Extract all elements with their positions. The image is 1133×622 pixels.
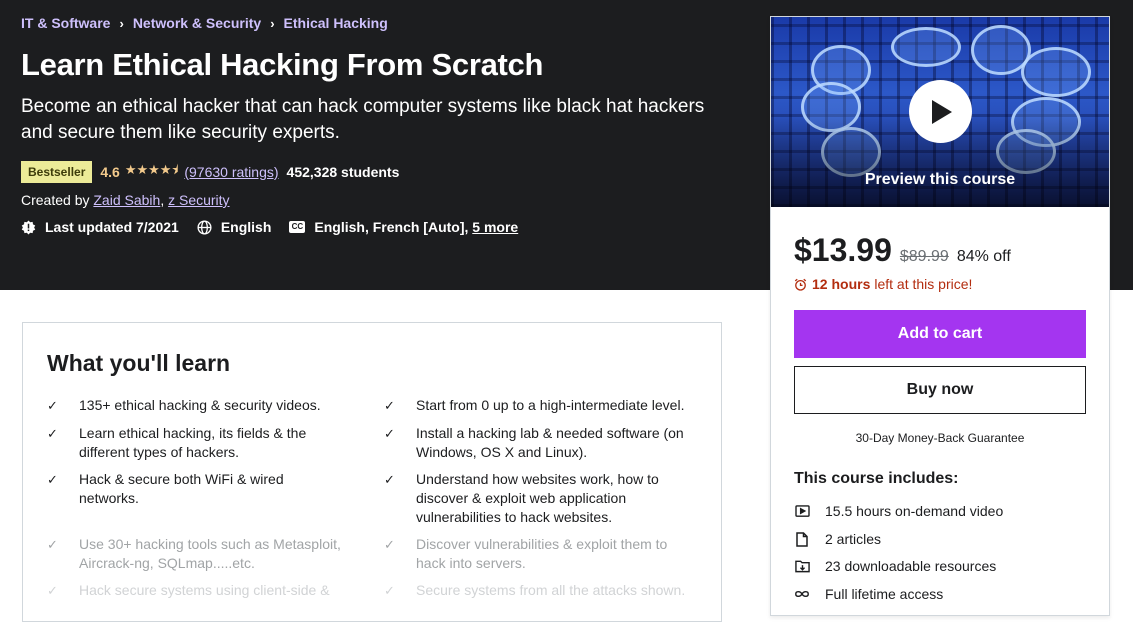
closed-captions-icon: CC: [289, 221, 306, 233]
list-item: ✓ Hack & secure both WiFi & wired network…: [47, 470, 347, 508]
original-price: $89.99: [899, 248, 949, 265]
last-updated-text: Last updated 7/2021: [45, 219, 179, 235]
what-youll-learn-box: What you'll learn ✓ 135+ ethical hacking …: [22, 322, 722, 622]
cloud-icon: [891, 27, 961, 67]
list-item: ✓ Install a hacking lab & needed software…: [384, 424, 694, 462]
rating-value: 4.6: [100, 164, 120, 180]
infinity-icon: [794, 589, 810, 599]
includes-item: 23 downloadable resources: [794, 558, 996, 574]
students-count: 452,328 students: [286, 164, 400, 180]
chevron-right-icon: ›: [270, 15, 275, 31]
purchase-card: Preview this course $13.99 $89.99 84% of…: [770, 16, 1110, 616]
instructor-link-zaid-sabih[interactable]: Zaid Sabih: [93, 192, 160, 208]
list-item-text: Start from 0 up to a high-intermediate l…: [416, 397, 685, 413]
list-item: ✓ Learn ethical hacking, its fields & the…: [47, 424, 347, 462]
includes-item: 15.5 hours on-demand video: [794, 503, 1003, 519]
course-meta-row: Last updated 7/2021 English CC English, …: [21, 219, 536, 235]
check-icon: ✓: [384, 426, 395, 441]
timer-text: left at this price!: [874, 276, 973, 292]
language: English: [197, 219, 272, 235]
last-updated: Last updated 7/2021: [21, 219, 179, 235]
list-item: ✓ Hack secure systems using client-side &: [47, 581, 347, 600]
breadcrumb: IT & Software › Network & Security › Eth…: [21, 15, 388, 31]
discount-percent: 84% off: [956, 248, 1011, 265]
check-icon: ✓: [384, 472, 395, 487]
preview-label[interactable]: Preview this course: [771, 171, 1109, 189]
check-icon: ✓: [384, 583, 395, 598]
download-icon: [794, 559, 810, 573]
includes-item: Full lifetime access: [794, 586, 943, 602]
rating-row: Bestseller 4.6 ★★★★⯨ (97630 ratings) 452…: [21, 161, 399, 183]
check-icon: ✓: [47, 472, 58, 487]
course-subtitle: Become an ethical hacker that can hack c…: [21, 96, 705, 143]
list-item-text: Understand how websites work, how to dis…: [416, 471, 659, 525]
price-timer: 12 hours left at this price!: [794, 276, 972, 292]
list-item: ✓ Use 30+ hacking tools such as Metasploi…: [47, 535, 347, 573]
breadcrumb-network-security[interactable]: Network & Security: [133, 15, 261, 31]
money-back-guarantee: 30-Day Money-Back Guarantee: [855, 431, 1025, 445]
course-preview-video[interactable]: Preview this course: [771, 17, 1109, 207]
list-item-text: 135+ ethical hacking & security videos.: [79, 397, 321, 413]
course-title: Learn Ethical Hacking From Scratch: [21, 47, 544, 82]
list-item-text: Install a hacking lab & needed software …: [416, 425, 684, 460]
captions: CC English, French [Auto], 5 more: [289, 219, 518, 235]
price-row: $13.99 $89.99 84% off: [794, 232, 1011, 269]
captions-more-link[interactable]: 5 more: [472, 219, 518, 235]
check-icon: ✓: [47, 398, 58, 413]
list-item: ✓ Understand how websites work, how to di…: [384, 470, 694, 527]
alarm-clock-icon: [794, 278, 807, 291]
created-by-label: Created by: [21, 192, 90, 208]
alert-badge-icon: [21, 219, 36, 235]
add-to-cart-button[interactable]: Add to cart: [794, 310, 1086, 358]
video-icon: [794, 504, 810, 518]
learn-title: What you'll learn: [47, 350, 231, 376]
check-icon: ✓: [384, 537, 395, 552]
check-icon: ✓: [47, 426, 58, 441]
current-price: $13.99: [794, 232, 892, 268]
list-item: ✓ Start from 0 up to a high-intermediate …: [384, 396, 694, 415]
includes-item-text: 23 downloadable resources: [825, 558, 997, 574]
includes-item-text: 15.5 hours on-demand video: [825, 503, 1004, 519]
captions-text: English, French [Auto],: [314, 219, 469, 235]
globe-icon: [197, 219, 212, 235]
check-icon: ✓: [384, 398, 395, 413]
chevron-right-icon: ›: [119, 15, 124, 31]
breadcrumb-it-software[interactable]: IT & Software: [21, 15, 110, 31]
breadcrumb-ethical-hacking[interactable]: Ethical Hacking: [284, 15, 388, 31]
list-item: ✓ Secure systems from all the attacks sho…: [384, 581, 694, 600]
list-item-text: Hack secure systems using client-side &: [79, 582, 330, 598]
list-item-text: Use 30+ hacking tools such as Metasploit…: [79, 536, 341, 571]
language-text: English: [220, 219, 272, 235]
includes-item-text: 2 articles: [825, 531, 882, 547]
check-icon: ✓: [47, 583, 58, 598]
includes-item: 2 articles: [794, 531, 881, 547]
list-item-text: Learn ethical hacking, its fields & the …: [79, 425, 307, 460]
list-item: ✓ 135+ ethical hacking & security videos.: [47, 396, 347, 415]
created-by-row: Created by Zaid Sabih, z Security: [21, 192, 230, 208]
play-button[interactable]: [909, 80, 972, 143]
includes-title: This course includes:: [794, 470, 959, 487]
ratings-count-link[interactable]: (97630 ratings): [184, 164, 278, 180]
buy-now-button[interactable]: Buy now: [794, 366, 1086, 414]
play-icon: [931, 99, 952, 124]
timer-hours: 12 hours: [812, 276, 871, 292]
instructor-link-z-security[interactable]: z Security: [168, 192, 229, 208]
list-item-text: Hack & secure both WiFi & wired networks…: [79, 471, 284, 506]
article-icon: [794, 531, 810, 547]
star-rating-icon: ★★★★⯨: [124, 162, 179, 177]
list-item-text: Secure systems from all the attacks show…: [416, 582, 686, 598]
includes-item-text: Full lifetime access: [825, 586, 944, 602]
bestseller-badge: Bestseller: [21, 161, 93, 183]
check-icon: ✓: [47, 537, 58, 552]
list-item: ✓ Discover vulnerabilities & exploit them…: [384, 535, 694, 573]
cloud-icon: [1021, 47, 1091, 97]
list-item-text: Discover vulnerabilities & exploit them …: [416, 536, 668, 571]
